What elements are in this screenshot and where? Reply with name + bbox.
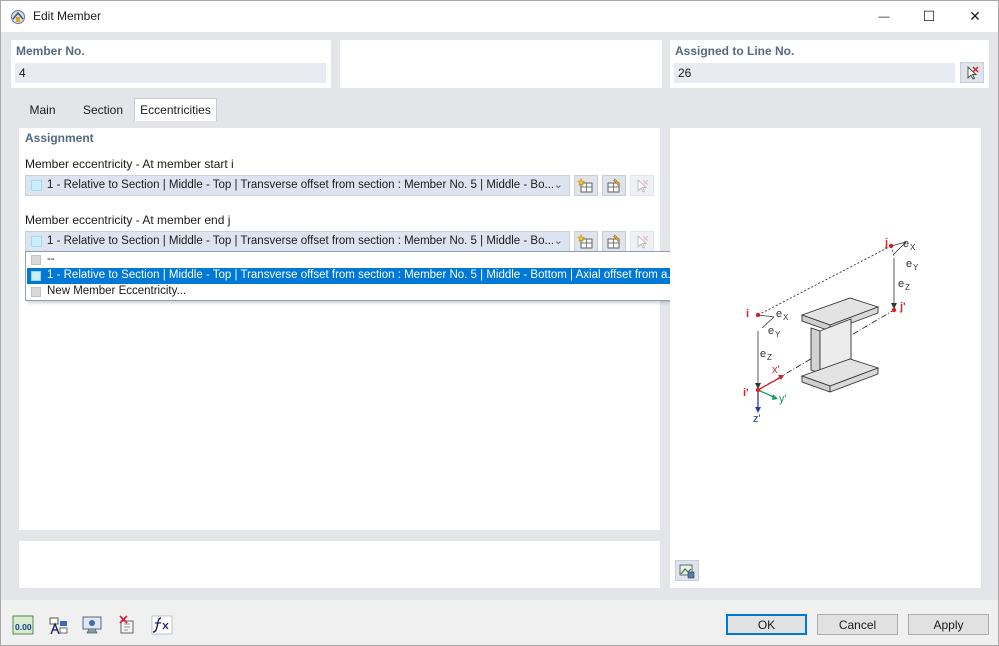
eccentricity-dropdown-list: -- 1 - Relative to Section | Middle - To… xyxy=(25,251,718,301)
i-label: i xyxy=(746,308,749,320)
close-icon: ✕ xyxy=(969,8,981,24)
units-icon: 0.00 xyxy=(12,615,34,635)
j-label: j xyxy=(884,237,888,249)
assigned-line-label: Assigned to Line No. xyxy=(675,44,795,58)
chevron-down-icon: ⌄ xyxy=(553,235,563,247)
tab-section[interactable]: Section xyxy=(72,98,134,120)
new-eccentricity-start-button[interactable] xyxy=(574,175,598,196)
ey-top-label: e xyxy=(906,258,912,270)
start-eccentricity-select[interactable]: 1 - Relative to Section | Middle - Top |… xyxy=(25,175,570,196)
chevron-down-icon: ⌄ xyxy=(553,179,563,191)
delete-icon xyxy=(119,615,134,634)
title-bar: Edit Member — ☐ ✕ xyxy=(1,1,998,32)
maximize-icon: ☐ xyxy=(922,8,936,24)
comment-panel xyxy=(19,541,660,588)
edit-eccentricity-start-button[interactable] xyxy=(602,175,626,196)
member-no-panel: Member No. 4 xyxy=(11,40,331,88)
ex-top-subscript: X xyxy=(910,243,916,252)
assignment-title: Assignment xyxy=(25,131,94,145)
text-icon xyxy=(49,617,68,635)
x-prime-label: x' xyxy=(772,364,780,376)
ez-left-label: e xyxy=(760,348,766,360)
assigned-line-panel: Assigned to Line No. 26 xyxy=(670,40,989,88)
empty-header-panel xyxy=(340,40,662,88)
apply-label: Apply xyxy=(933,617,964,632)
edit-item-icon xyxy=(607,178,621,192)
close-button[interactable]: ✕ xyxy=(952,1,998,32)
ez-right-subscript: Z xyxy=(905,283,910,292)
new-eccentricity-end-button[interactable] xyxy=(574,231,598,252)
dropdown-item-new-eccentricity[interactable]: New Member Eccentricity... xyxy=(27,284,716,300)
ex-left-label: e xyxy=(776,308,782,320)
dropdown-item-label: New Member Eccentricity... xyxy=(47,285,187,297)
ey-left-subscript: Y xyxy=(775,330,781,339)
units-button[interactable]: 0.00 xyxy=(12,614,34,636)
units-icon-text: 0.00 xyxy=(15,622,32,632)
delete-settings-button[interactable] xyxy=(116,614,138,636)
dropdown-item-label: -- xyxy=(47,253,55,265)
end-eccentricity-label: Member eccentricity - At member end j xyxy=(25,213,231,227)
pick-cursor-icon xyxy=(637,234,649,249)
display-icon xyxy=(82,616,102,634)
assigned-line-field[interactable]: 26 xyxy=(674,63,955,83)
item-color-swatch xyxy=(31,255,41,265)
ez-left-subscript: Z xyxy=(767,353,772,362)
pick-line-button[interactable] xyxy=(960,62,984,83)
cancel-label: Cancel xyxy=(838,617,877,632)
maximize-button[interactable]: ☐ xyxy=(906,1,952,32)
cancel-button[interactable]: Cancel xyxy=(817,614,898,635)
formula-icon xyxy=(151,615,173,635)
dropdown-item-eccentricity-1[interactable]: 1 - Relative to Section | Middle - Top |… xyxy=(27,268,716,284)
item-color-swatch xyxy=(31,287,41,297)
ey-top-subscript: Y xyxy=(913,263,919,272)
new-item-icon xyxy=(577,233,593,248)
eccentricity-diagram: j e X e Y e Z j' i e X e Y e Z x' y' z' … xyxy=(743,237,919,425)
tab-eccentricities-label: Eccentricities xyxy=(140,103,211,117)
diagram-options-button[interactable] xyxy=(675,560,699,581)
tab-section-label: Section xyxy=(82,103,124,117)
item-color-swatch xyxy=(31,271,41,281)
text-settings-button[interactable] xyxy=(47,614,69,636)
y-prime-label: y' xyxy=(779,393,787,405)
dropdown-item-label: 1 - Relative to Section | Middle - Top |… xyxy=(47,269,678,281)
member-no-field[interactable]: 4 xyxy=(15,63,326,83)
tab-main[interactable]: Main xyxy=(13,98,72,120)
tab-main-label: Main xyxy=(29,103,56,117)
pick-eccentricity-start-button[interactable] xyxy=(630,175,654,196)
picture-settings-icon xyxy=(679,564,695,578)
start-color-swatch xyxy=(31,180,42,191)
dropdown-item-none[interactable]: -- xyxy=(27,252,716,268)
ok-label: OK xyxy=(757,617,776,632)
tab-eccentricities[interactable]: Eccentricities xyxy=(134,98,217,121)
end-color-swatch xyxy=(31,236,42,247)
pick-eccentricity-end-button[interactable] xyxy=(630,231,654,252)
pick-cursor-icon xyxy=(637,178,649,193)
new-item-icon xyxy=(577,177,593,192)
ex-left-subscript: X xyxy=(783,313,789,322)
minimize-button[interactable]: — xyxy=(861,1,907,32)
start-eccentricity-value: 1 - Relative to Section | Middle - Top |… xyxy=(47,179,555,191)
edit-item-icon xyxy=(607,234,621,248)
dialog-footer: 0.00 OK Cancel Apply xyxy=(1,600,998,645)
edit-eccentricity-end-button[interactable] xyxy=(602,231,626,252)
i-prime-label: i' xyxy=(743,387,749,399)
z-prime-label: z' xyxy=(753,413,761,425)
ey-left-label: e xyxy=(768,325,774,337)
ez-right-label: e xyxy=(898,278,904,290)
apply-button[interactable]: Apply xyxy=(908,614,989,635)
app-icon xyxy=(11,10,25,24)
minimize-icon: — xyxy=(878,10,890,23)
diagram-panel: j e X e Y e Z j' i e X e Y e Z x' y' z' … xyxy=(670,128,981,588)
formula-button[interactable] xyxy=(151,614,173,636)
start-eccentricity-label: Member eccentricity - At member start i xyxy=(25,157,234,171)
window-title: Edit Member xyxy=(33,9,102,23)
end-eccentricity-value: 1 - Relative to Section | Middle - Top |… xyxy=(47,235,555,247)
j-prime-label: j' xyxy=(899,301,906,313)
edit-member-dialog: Edit Member — ☐ ✕ Member No. 4 Assigned … xyxy=(0,0,999,646)
ok-button[interactable]: OK xyxy=(726,614,807,635)
display-settings-button[interactable] xyxy=(81,614,103,636)
end-eccentricity-select[interactable]: 1 - Relative to Section | Middle - Top |… xyxy=(25,231,570,252)
pick-cursor-icon xyxy=(967,65,979,80)
member-no-label: Member No. xyxy=(16,44,85,58)
